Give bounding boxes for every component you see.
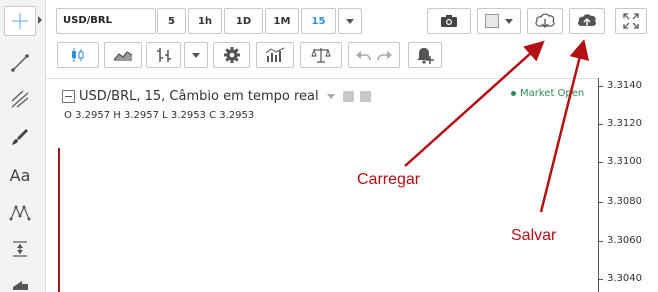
interval-1h-button[interactable]: 1h — [188, 8, 222, 34]
ohlc-low-value: 3.2953 — [170, 110, 206, 121]
load-chart-button[interactable] — [527, 8, 563, 34]
fullscreen-icon — [623, 13, 639, 29]
ohlc-high-label: H — [113, 110, 121, 121]
drawing-toolbar: Aa — [0, 0, 46, 292]
chart-style-button[interactable] — [477, 8, 521, 34]
price-tick-label: 3.3100 — [607, 156, 642, 167]
arrow-tool-icon[interactable] — [4, 266, 36, 292]
market-status-label: Market Open — [520, 88, 585, 99]
camera-icon — [441, 15, 457, 27]
ohlc-low-label: L — [162, 110, 168, 121]
indicators-icon — [265, 47, 285, 62]
price-tick-label: 3.3040 — [607, 273, 642, 284]
fullscreen-button[interactable] — [615, 8, 647, 34]
legend-title: USD/BRL, 15, Câmbio em tempo real — [79, 88, 319, 104]
price-tick: 3.3120 — [599, 118, 658, 132]
candlestick-icon — [72, 48, 84, 62]
cloud-download-icon — [535, 13, 555, 28]
interval-1m-button[interactable]: 1M — [265, 8, 299, 34]
ohlc-open-value: 3.2957 — [75, 110, 111, 121]
legend-collapse-button[interactable] — [62, 89, 75, 103]
settings-button[interactable] — [213, 42, 250, 68]
price-tick-label: 3.3060 — [607, 235, 642, 246]
pitchfork-icon[interactable] — [4, 84, 36, 114]
price-tick: 3.3080 — [599, 196, 658, 210]
price-tick: 3.3060 — [599, 235, 658, 249]
compare-scale-icon — [311, 48, 331, 63]
save-annotation: Salvar — [511, 227, 557, 244]
legend-menu-caret-icon[interactable] — [326, 93, 335, 99]
area-chart-button[interactable] — [104, 42, 142, 68]
cloud-upload-icon — [578, 14, 596, 26]
brush-icon[interactable] — [4, 122, 36, 152]
legend-hide-icon[interactable] — [342, 90, 354, 102]
bar-chart-icon — [156, 48, 171, 62]
interval-15-button[interactable]: 15 — [301, 8, 336, 34]
legend-settings-icon[interactable] — [359, 90, 371, 102]
price-tick: 3.3040 — [599, 273, 658, 287]
crosshair-icon[interactable] — [4, 6, 36, 36]
interval-dropdown-button[interactable] — [338, 8, 362, 34]
interval-1d-button[interactable]: 1D — [224, 8, 263, 34]
undo-icon[interactable] — [355, 48, 371, 62]
ohlc-close-value: 3.2953 — [219, 110, 255, 121]
measure-icon[interactable] — [4, 234, 36, 264]
status-dot-icon — [511, 91, 516, 96]
add-alert-button[interactable] — [408, 42, 442, 68]
price-tick: 3.3140 — [599, 80, 658, 94]
chevron-down-icon — [346, 18, 354, 24]
text-tool-icon[interactable]: Aa — [4, 160, 36, 190]
redo-icon[interactable] — [377, 48, 393, 62]
price-tick-label: 3.3120 — [607, 118, 642, 129]
compare-button[interactable] — [300, 42, 342, 68]
chart-legend: USD/BRL, 15, Câmbio em tempo real — [62, 86, 371, 106]
gear-icon — [223, 47, 240, 63]
ohlc-values: O 3.2957 H 3.2957 L 3.2953 C 3.2953 — [64, 110, 254, 121]
alert-add-icon — [417, 48, 434, 64]
symbol-input[interactable]: USD/BRL — [56, 8, 156, 34]
text-tool-label: Aa — [9, 165, 31, 185]
load-annotation: Carregar — [357, 171, 421, 188]
snapshot-button[interactable] — [427, 8, 471, 34]
ohlc-open-label: O — [64, 110, 72, 121]
market-status: Market Open — [511, 88, 584, 99]
ohlc-close-label: C — [209, 110, 217, 121]
style-box-icon — [485, 14, 499, 28]
area-chart-icon — [113, 51, 133, 61]
price-scale[interactable]: 3.3140 3.3120 3.3100 3.3080 3.3060 3.304… — [598, 78, 658, 292]
price-tick-label: 3.3080 — [607, 196, 642, 207]
candlestick-button[interactable] — [57, 42, 99, 68]
save-chart-button[interactable] — [569, 8, 605, 34]
bar-chart-button[interactable] — [146, 42, 181, 68]
chevron-down-icon — [192, 52, 200, 58]
price-tick: 3.3100 — [599, 156, 658, 170]
undo-redo-group — [348, 42, 400, 68]
price-bar — [58, 148, 60, 292]
pattern-icon[interactable] — [4, 198, 36, 228]
ohlc-high-value: 3.2957 — [123, 110, 159, 121]
tool-menu-arrow-icon[interactable] — [38, 16, 42, 24]
chevron-down-icon — [505, 18, 513, 24]
interval-5-button[interactable]: 5 — [157, 8, 186, 34]
chart-type-dropdown-button[interactable] — [184, 42, 208, 68]
price-tick-label: 3.3140 — [607, 80, 642, 91]
trendline-icon[interactable] — [4, 48, 36, 78]
indicators-button[interactable] — [256, 42, 294, 68]
